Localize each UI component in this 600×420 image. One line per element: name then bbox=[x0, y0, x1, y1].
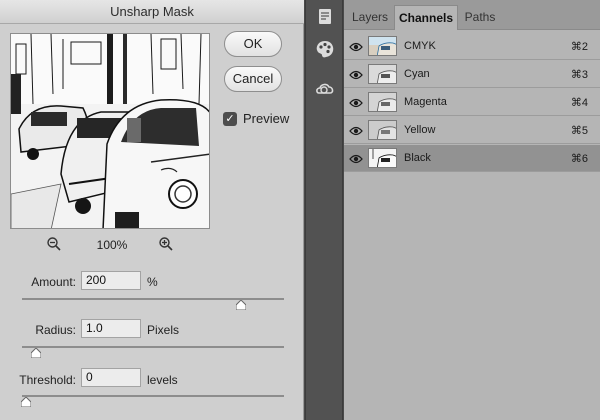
channel-row-cyan[interactable]: Cyan ⌘3 bbox=[344, 61, 600, 88]
preview-image[interactable] bbox=[10, 33, 210, 229]
ok-button[interactable]: OK bbox=[224, 31, 282, 57]
channel-thumbnail bbox=[368, 64, 397, 84]
color-palette-icon[interactable] bbox=[312, 36, 338, 62]
channel-shortcut: ⌘4 bbox=[570, 97, 588, 109]
properties-icon[interactable] bbox=[312, 4, 338, 30]
channel-thumbnail bbox=[368, 148, 397, 168]
radius-label: Radius: bbox=[35, 323, 76, 337]
threshold-unit: levels bbox=[147, 373, 178, 387]
panel-tabs: Layers Channels Paths bbox=[344, 0, 600, 30]
radius-input[interactable]: 1.0 bbox=[81, 319, 141, 338]
channel-row-black[interactable]: Black ⌘6 bbox=[344, 145, 600, 172]
panel-dock-column bbox=[305, 0, 343, 420]
channels-panel: Layers Channels Paths CMYK ⌘2 Cyan ⌘3 Ma… bbox=[344, 0, 600, 420]
visibility-eye-icon[interactable] bbox=[349, 68, 363, 86]
channel-shortcut: ⌘3 bbox=[570, 69, 588, 81]
threshold-slider-thumb[interactable] bbox=[21, 397, 31, 407]
amount-unit: % bbox=[147, 275, 158, 289]
zoom-out-icon[interactable] bbox=[46, 236, 62, 257]
channel-name: Cyan bbox=[404, 68, 430, 80]
channel-thumbnail bbox=[368, 92, 397, 112]
dialog-title: Unsharp Mask bbox=[0, 0, 304, 24]
visibility-eye-icon[interactable] bbox=[349, 40, 363, 58]
libraries-icon[interactable] bbox=[312, 76, 338, 102]
channel-name: Magenta bbox=[404, 96, 447, 108]
tab-layers[interactable]: Layers bbox=[348, 5, 392, 30]
channel-name: Black bbox=[404, 152, 431, 164]
visibility-eye-icon[interactable] bbox=[349, 124, 363, 142]
amount-label: Amount: bbox=[31, 275, 76, 289]
preview-checkbox[interactable]: ✓ bbox=[223, 112, 237, 126]
radius-slider-thumb[interactable] bbox=[31, 348, 42, 358]
channel-shortcut: ⌘5 bbox=[570, 125, 588, 137]
channel-thumbnail bbox=[368, 120, 397, 140]
tab-channels[interactable]: Channels bbox=[394, 5, 458, 30]
amount-input[interactable]: 200 bbox=[81, 271, 141, 290]
visibility-eye-icon[interactable] bbox=[349, 152, 363, 170]
tab-paths[interactable]: Paths bbox=[460, 5, 500, 30]
threshold-slider-track[interactable] bbox=[22, 395, 284, 397]
amount-slider-thumb[interactable] bbox=[235, 300, 246, 310]
channel-row-yellow[interactable]: Yellow ⌘5 bbox=[344, 117, 600, 144]
channel-row-magenta[interactable]: Magenta ⌘4 bbox=[344, 89, 600, 116]
radius-unit: Pixels bbox=[147, 323, 180, 337]
zoom-in-icon[interactable] bbox=[158, 236, 174, 257]
channel-thumbnail bbox=[368, 36, 397, 56]
preview-label: Preview bbox=[243, 111, 290, 126]
unsharp-mask-dialog: Unsharp Mask OK Cancel ✓ Preview 100% Am… bbox=[0, 0, 304, 420]
channel-shortcut: ⌘2 bbox=[570, 41, 588, 53]
threshold-input[interactable]: 0 bbox=[81, 368, 141, 387]
channel-shortcut: ⌘6 bbox=[570, 153, 588, 165]
channel-row-cmyk[interactable]: CMYK ⌘2 bbox=[344, 33, 600, 60]
cancel-button[interactable]: Cancel bbox=[224, 66, 282, 92]
channel-name: Yellow bbox=[404, 124, 436, 136]
threshold-label: Threshold: bbox=[19, 373, 76, 387]
channel-name: CMYK bbox=[404, 40, 436, 52]
visibility-eye-icon[interactable] bbox=[349, 96, 363, 114]
zoom-level: 100% bbox=[96, 238, 128, 252]
radius-slider-track[interactable] bbox=[22, 346, 284, 348]
